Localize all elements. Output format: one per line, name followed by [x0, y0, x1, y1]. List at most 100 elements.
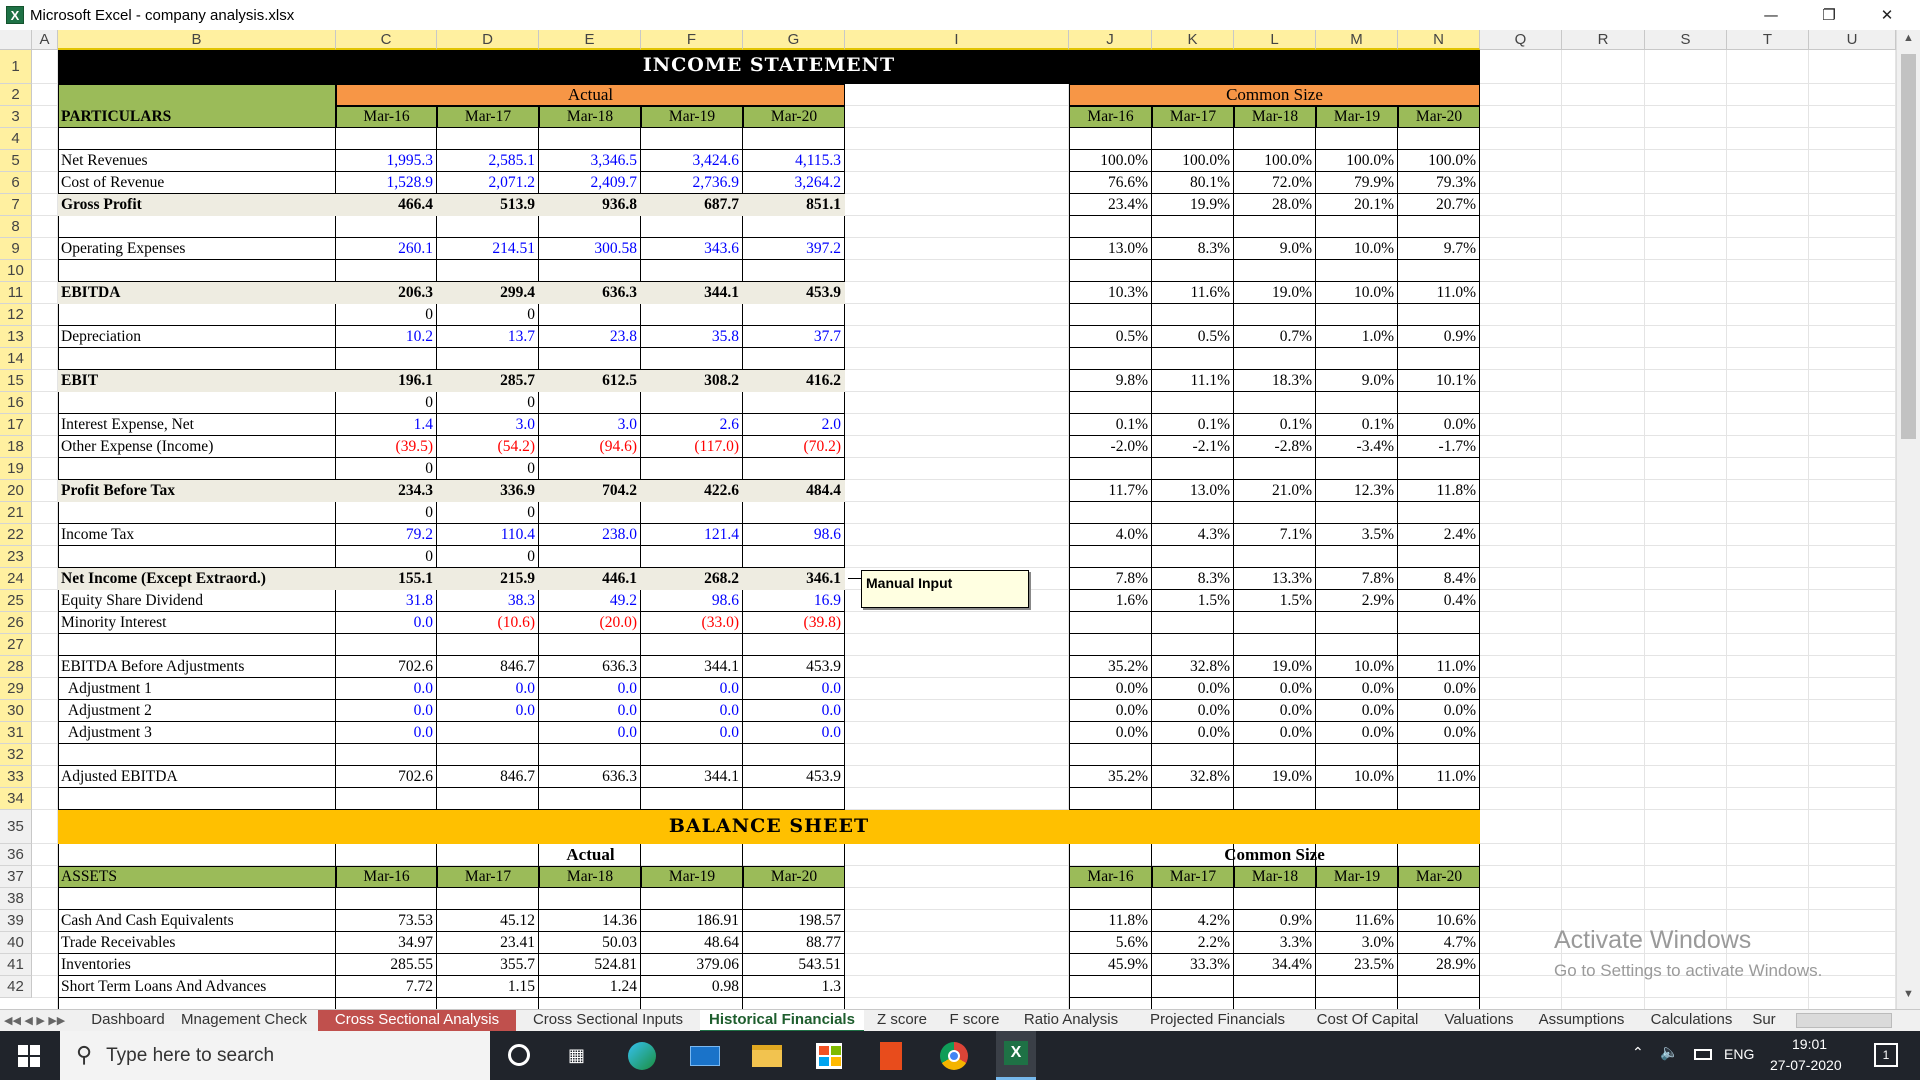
task-view-icon[interactable]: ▦	[568, 1045, 590, 1067]
bs-common-size-cell[interactable]: 11.6%	[1316, 911, 1398, 931]
value-cell[interactable]: 466.4	[336, 195, 437, 215]
value-cell[interactable]: 3,264.2	[743, 173, 845, 193]
sheet-tab-cross-sectional-analysis[interactable]: Cross Sectional Analysis	[318, 1010, 516, 1032]
common-size-cell[interactable]: 0.0%	[1069, 679, 1152, 699]
sheet-tab-mnagement-check[interactable]: Mnagement Check	[172, 1010, 316, 1032]
common-size-cell[interactable]: 2.4%	[1398, 525, 1480, 545]
value-cell[interactable]: 215.9	[437, 569, 539, 589]
common-size-cell[interactable]: -3.4%	[1316, 437, 1398, 457]
column-header-r[interactable]: R	[1562, 30, 1645, 50]
common-size-cell[interactable]: 1.5%	[1152, 591, 1234, 611]
common-size-cell[interactable]: 0.9%	[1398, 327, 1480, 347]
mail-icon[interactable]	[690, 1046, 720, 1066]
row-header-1[interactable]: 1	[0, 50, 32, 84]
common-size-cell[interactable]: 1.6%	[1069, 591, 1152, 611]
bs-value-cell[interactable]: 7.72	[336, 977, 437, 997]
value-cell[interactable]: 422.6	[641, 481, 743, 501]
bs-common-size-cell[interactable]: 33.3%	[1152, 955, 1234, 975]
value-cell[interactable]: 35.8	[641, 327, 743, 347]
value-cell[interactable]: 0.0	[336, 723, 437, 743]
value-cell[interactable]: 344.1	[641, 657, 743, 677]
bs-value-cell[interactable]: 14.36	[539, 911, 641, 931]
common-size-cell[interactable]: 0.0%	[1069, 701, 1152, 721]
row-header-33[interactable]: 33	[0, 766, 32, 788]
common-size-cell[interactable]: 11.0%	[1398, 767, 1480, 787]
common-size-cell[interactable]: 76.6%	[1069, 173, 1152, 193]
common-size-cell[interactable]: 0.0%	[1398, 679, 1480, 699]
value-cell[interactable]: 344.1	[641, 283, 743, 303]
volume-icon[interactable]: 🔈	[1660, 1043, 1679, 1061]
row-header-31[interactable]: 31	[0, 722, 32, 744]
row-header-42[interactable]: 42	[0, 976, 32, 998]
bs-value-cell[interactable]: 198.57	[743, 911, 845, 931]
common-size-cell[interactable]: 0.0%	[1398, 701, 1480, 721]
common-size-cell[interactable]: 13.0%	[1152, 481, 1234, 501]
value-cell[interactable]: 851.1	[743, 195, 845, 215]
sheet-tab-ratio-analysis[interactable]: Ratio Analysis	[1013, 1010, 1129, 1032]
row-header-8[interactable]: 8	[0, 216, 32, 238]
bs-common-size-cell[interactable]: 3.3%	[1234, 933, 1316, 953]
store-icon[interactable]	[816, 1043, 842, 1069]
column-header-b[interactable]: B	[58, 30, 336, 50]
bs-value-cell[interactable]: 1.3	[743, 977, 845, 997]
common-size-cell[interactable]: 11.0%	[1398, 657, 1480, 677]
value-cell[interactable]: 336.9	[437, 481, 539, 501]
value-cell[interactable]: 0.0	[743, 701, 845, 721]
value-cell[interactable]: 702.6	[336, 767, 437, 787]
common-size-cell[interactable]: -2.1%	[1152, 437, 1234, 457]
value-cell[interactable]: 0.0	[641, 679, 743, 699]
bs-value-cell[interactable]: 88.77	[743, 933, 845, 953]
row-header-6[interactable]: 6	[0, 172, 32, 194]
value-cell[interactable]: 0.0	[539, 679, 641, 699]
common-size-cell[interactable]: 0.0%	[1316, 701, 1398, 721]
common-size-cell[interactable]: 7.8%	[1069, 569, 1152, 589]
row-header-22[interactable]: 22	[0, 524, 32, 546]
value-cell[interactable]: 2,409.7	[539, 173, 641, 193]
common-size-cell[interactable]: 20.7%	[1398, 195, 1480, 215]
value-cell[interactable]: 0	[437, 547, 539, 567]
value-cell[interactable]: 79.2	[336, 525, 437, 545]
value-cell[interactable]: 636.3	[539, 283, 641, 303]
common-size-cell[interactable]: -1.7%	[1398, 437, 1480, 457]
common-size-cell[interactable]: 10.0%	[1316, 239, 1398, 259]
value-cell[interactable]: 206.3	[336, 283, 437, 303]
common-size-cell[interactable]: 0.0%	[1069, 723, 1152, 743]
value-cell[interactable]: 0.0	[743, 723, 845, 743]
common-size-cell[interactable]: 0.1%	[1152, 415, 1234, 435]
common-size-cell[interactable]: 11.8%	[1398, 481, 1480, 501]
value-cell[interactable]: 704.2	[539, 481, 641, 501]
common-size-cell[interactable]: 19.0%	[1234, 767, 1316, 787]
value-cell[interactable]: 38.3	[437, 591, 539, 611]
value-cell[interactable]: 214.51	[437, 239, 539, 259]
column-header-j[interactable]: J	[1069, 30, 1152, 50]
value-cell[interactable]: 0	[336, 503, 437, 523]
column-header-c[interactable]: C	[336, 30, 437, 50]
row-header-40[interactable]: 40	[0, 932, 32, 954]
bs-value-cell[interactable]: 379.06	[641, 955, 743, 975]
value-cell[interactable]: 416.2	[743, 371, 845, 391]
common-size-cell[interactable]: 9.0%	[1234, 239, 1316, 259]
value-cell[interactable]: 453.9	[743, 657, 845, 677]
common-size-cell[interactable]: 100.0%	[1069, 151, 1152, 171]
select-all-corner[interactable]	[0, 30, 32, 50]
common-size-cell[interactable]: 19.9%	[1152, 195, 1234, 215]
column-header-f[interactable]: F	[641, 30, 743, 50]
common-size-cell[interactable]: 0.4%	[1398, 591, 1480, 611]
row-header-3[interactable]: 3	[0, 106, 32, 128]
value-cell[interactable]: 484.4	[743, 481, 845, 501]
value-cell[interactable]: 3.0	[437, 415, 539, 435]
column-header-a[interactable]: A	[32, 30, 58, 50]
value-cell[interactable]: 2.6	[641, 415, 743, 435]
value-cell[interactable]: 636.3	[539, 767, 641, 787]
minimize-button[interactable]: —	[1748, 0, 1794, 30]
common-size-cell[interactable]: 72.0%	[1234, 173, 1316, 193]
common-size-cell[interactable]: 35.2%	[1069, 657, 1152, 677]
row-header-20[interactable]: 20	[0, 480, 32, 502]
value-cell[interactable]: 343.6	[641, 239, 743, 259]
row-header-16[interactable]: 16	[0, 392, 32, 414]
restore-button[interactable]: ❐	[1806, 0, 1852, 30]
sheet-tab-cost-of-capital[interactable]: Cost Of Capital	[1306, 1010, 1429, 1032]
value-cell[interactable]: (39.5)	[336, 437, 437, 457]
common-size-cell[interactable]: 0.1%	[1234, 415, 1316, 435]
value-cell[interactable]: 0.0	[539, 723, 641, 743]
